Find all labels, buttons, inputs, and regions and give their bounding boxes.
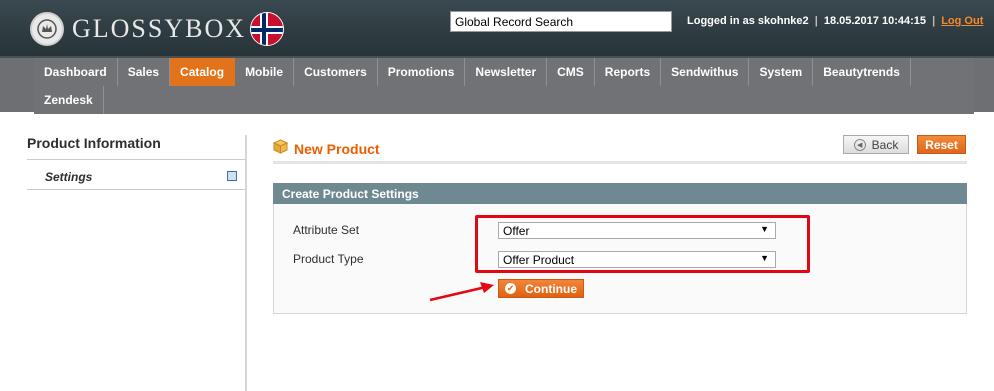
nav-sales[interactable]: Sales: [118, 58, 171, 86]
nav-dashboard[interactable]: Dashboard: [34, 58, 118, 86]
brand-name: GLOSSYBOX: [72, 14, 247, 43]
sidebar-divider: [245, 135, 247, 391]
datetime-text: 18.05.2017 10:44:15: [823, 15, 926, 27]
nav-mobile[interactable]: Mobile: [235, 58, 295, 86]
nav-cms[interactable]: CMS: [547, 58, 595, 86]
continue-button[interactable]: ✔ Continue: [498, 279, 584, 298]
highlight-box: [475, 215, 810, 273]
continue-label: Continue: [525, 281, 577, 296]
header-bar: GLOSSYBOX Logged in as skohnke2 | 18.05.…: [0, 0, 994, 56]
logout-link[interactable]: Log Out: [941, 15, 983, 27]
title-divider: [273, 161, 967, 164]
product-type-label: Product Type: [293, 252, 364, 266]
sidebar-item-settings[interactable]: Settings: [27, 165, 245, 190]
back-button[interactable]: ◀ Back: [843, 135, 909, 154]
norway-flag-icon: [250, 12, 285, 46]
sidebar-item-label: Settings: [45, 170, 93, 184]
sidebar-title: Product Information: [27, 135, 247, 160]
nav-catalog[interactable]: Catalog: [170, 58, 236, 86]
crown-icon: [30, 12, 64, 46]
nav-inner: Dashboard Sales Catalog Mobile Customers…: [34, 58, 974, 114]
nav-row-2: Zendesk: [34, 86, 974, 114]
nav-sendwithus[interactable]: Sendwithus: [661, 58, 750, 86]
global-search-input[interactable]: [450, 11, 672, 32]
attribute-set-label: Attribute Set: [293, 223, 360, 237]
page-title-area: New Product: [272, 139, 380, 159]
main-nav: Dashboard Sales Catalog Mobile Customers…: [0, 56, 994, 114]
nav-reports[interactable]: Reports: [595, 58, 662, 86]
nav-beautytrends[interactable]: Beautytrends: [813, 58, 911, 86]
header-user-info: Logged in as skohnke2 | 18.05.2017 10:44…: [687, 15, 984, 27]
back-label: Back: [871, 137, 899, 152]
product-box-icon: [272, 139, 289, 159]
save-icon: [227, 171, 237, 181]
nav-system[interactable]: System: [749, 58, 814, 86]
glossybox-logo[interactable]: GLOSSYBOX: [30, 10, 285, 48]
sidebar: Product Information: [27, 135, 247, 160]
nav-row-1: Dashboard Sales Catalog Mobile Customers…: [34, 58, 974, 86]
check-icon: ✔: [505, 283, 516, 294]
back-arrow-icon: ◀: [853, 138, 866, 151]
reset-button[interactable]: Reset: [917, 135, 966, 154]
logged-in-text: Logged in as skohnke2: [687, 15, 809, 27]
nav-customers[interactable]: Customers: [294, 58, 378, 86]
nav-newsletter[interactable]: Newsletter: [465, 58, 548, 86]
nav-zendesk[interactable]: Zendesk: [34, 86, 104, 114]
nav-promotions[interactable]: Promotions: [378, 58, 466, 86]
annotation-arrow-icon: [429, 282, 494, 302]
page-title: New Product: [294, 141, 380, 157]
section-header: Create Product Settings: [273, 183, 967, 204]
